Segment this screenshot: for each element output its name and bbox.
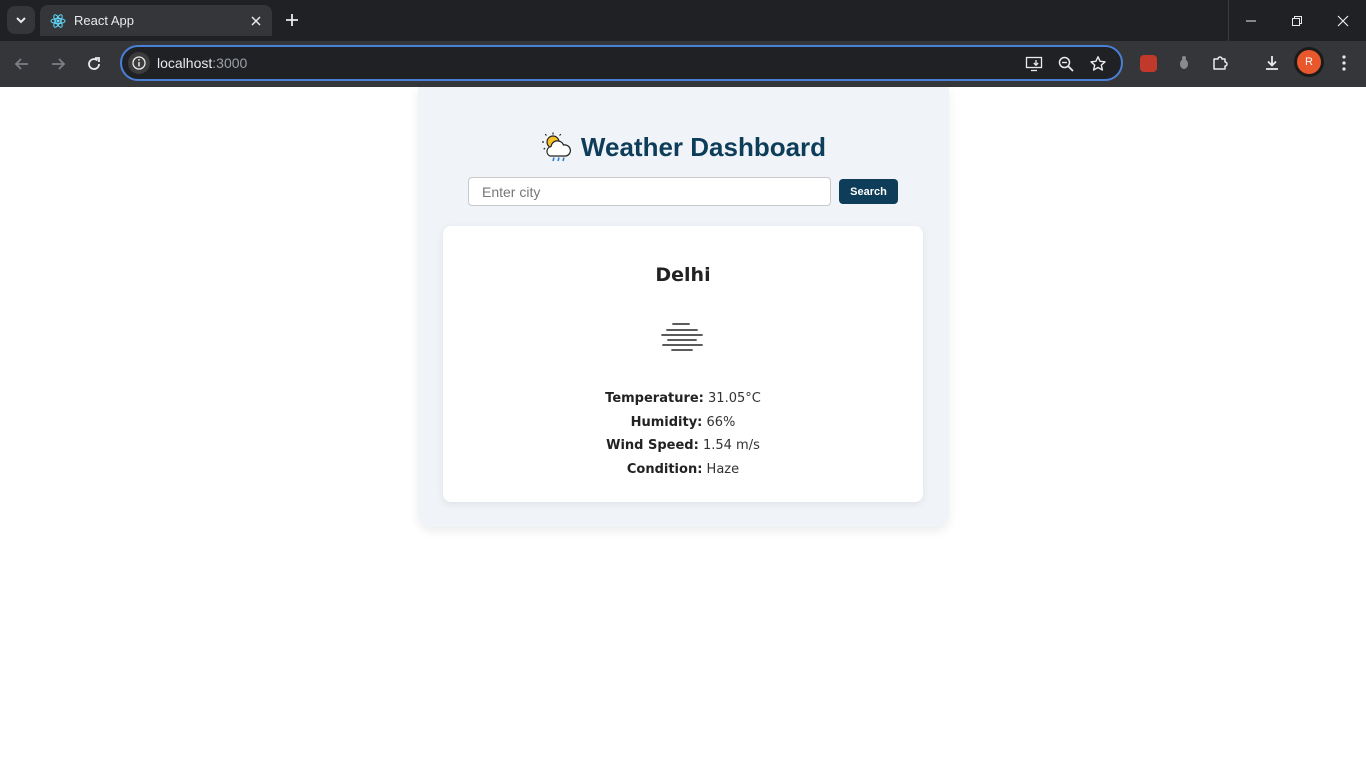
haze-icon bbox=[661, 323, 703, 351]
minimize-icon bbox=[1246, 20, 1256, 21]
page-title-text: Weather Dashboard bbox=[580, 131, 827, 162]
url-port: :3000 bbox=[212, 55, 248, 71]
plus-icon bbox=[286, 14, 298, 26]
reload-icon bbox=[88, 57, 100, 70]
arrow-left-icon bbox=[14, 58, 28, 70]
city-search-input[interactable] bbox=[468, 177, 831, 206]
extension-gray-icon[interactable] bbox=[1172, 51, 1196, 75]
humidity-stat: Humidity: 66% bbox=[443, 411, 923, 435]
site-info-button[interactable] bbox=[128, 52, 150, 74]
page-viewport: Weather Dashboard Search Delhi Temperatu… bbox=[0, 87, 1366, 767]
stat-value: 1.54 m/s bbox=[702, 438, 760, 453]
arrow-right-icon bbox=[52, 58, 66, 70]
close-window-button[interactable] bbox=[1320, 0, 1366, 41]
new-tab-button[interactable] bbox=[280, 8, 304, 32]
restore-button[interactable] bbox=[1274, 0, 1320, 41]
stat-value: 31.05°C bbox=[708, 391, 761, 406]
back-button[interactable] bbox=[8, 50, 36, 78]
tab-title: React App bbox=[74, 13, 134, 28]
close-icon bbox=[1337, 15, 1349, 26]
sun-behind-rain-cloud-icon bbox=[541, 131, 573, 163]
wind-speed-stat: Wind Speed: 1.54 m/s bbox=[443, 434, 923, 458]
browser-toolbar: localhost:3000 R bbox=[0, 41, 1366, 87]
download-icon[interactable] bbox=[1260, 51, 1284, 75]
url-text: localhost:3000 bbox=[157, 55, 247, 71]
chevron-down-icon bbox=[16, 17, 26, 24]
reload-button[interactable] bbox=[80, 50, 108, 78]
stat-label: Condition: bbox=[626, 461, 703, 477]
extension-red-icon[interactable] bbox=[1136, 51, 1160, 75]
page-title: Weather Dashboard bbox=[418, 131, 949, 163]
stat-label: Wind Speed: bbox=[606, 438, 699, 453]
url-host: localhost bbox=[157, 55, 213, 71]
install-app-icon[interactable] bbox=[1023, 53, 1045, 75]
extensions-puzzle-icon[interactable] bbox=[1208, 51, 1232, 75]
stat-label: Temperature: bbox=[605, 391, 704, 406]
weather-card: Delhi Temperature: 31.05°C Humidity: 66%… bbox=[443, 226, 923, 502]
stat-label: Humidity: bbox=[630, 414, 703, 430]
profile-avatar[interactable]: R bbox=[1297, 50, 1321, 74]
close-tab-icon[interactable] bbox=[246, 11, 266, 31]
address-bar[interactable]: localhost:3000 bbox=[120, 45, 1123, 81]
stat-value: 66% bbox=[706, 414, 736, 430]
stat-value: Haze bbox=[706, 461, 740, 477]
weather-app-container: Weather Dashboard Search Delhi Temperatu… bbox=[418, 87, 949, 527]
weather-stats: Temperature: 31.05°C Humidity: 66% Wind … bbox=[443, 387, 923, 481]
search-button[interactable]: Search bbox=[839, 179, 898, 204]
temperature-stat: Temperature: 31.05°C bbox=[443, 387, 923, 411]
browser-tab[interactable]: React App bbox=[40, 5, 272, 36]
restore-icon bbox=[1292, 15, 1302, 26]
bookmark-star-icon[interactable] bbox=[1087, 53, 1109, 75]
tab-search-button[interactable] bbox=[7, 6, 35, 34]
browser-tab-bar: React App bbox=[0, 0, 1366, 41]
info-icon bbox=[132, 56, 146, 70]
minimize-button[interactable] bbox=[1228, 0, 1274, 41]
city-name: Delhi bbox=[655, 264, 711, 286]
forward-button[interactable] bbox=[44, 50, 72, 78]
condition-stat: Condition: Haze bbox=[443, 458, 923, 482]
react-logo-icon bbox=[50, 13, 66, 29]
zoom-icon[interactable] bbox=[1055, 53, 1077, 75]
more-menu-icon[interactable] bbox=[1332, 51, 1356, 75]
